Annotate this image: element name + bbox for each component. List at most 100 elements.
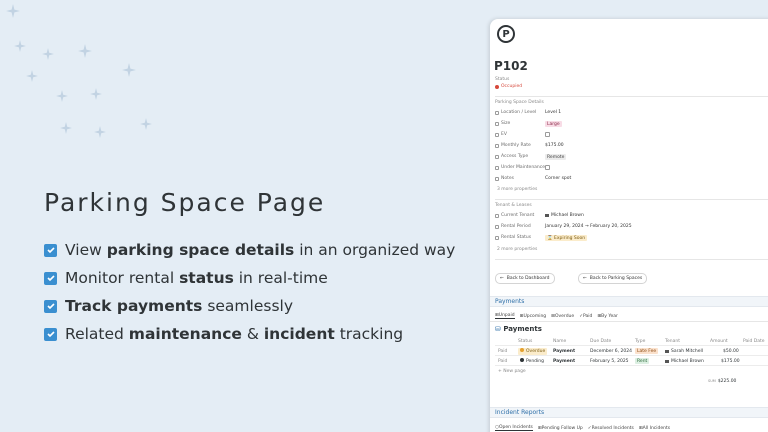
tab-label: By Year bbox=[601, 313, 618, 319]
tab-unpaid[interactable]: ⊞ Unpaid bbox=[495, 313, 515, 319]
star-icon bbox=[56, 90, 68, 102]
row-type[interactable]: Late Fee bbox=[635, 346, 659, 356]
tab-by-year[interactable]: ⊞ By Year bbox=[597, 313, 618, 319]
button-label: Back to Dashboard bbox=[506, 276, 550, 281]
status-tag: Overdue bbox=[518, 347, 548, 355]
hero-title: Parking Space Page bbox=[44, 188, 326, 217]
tenant-link: Michael Brown bbox=[671, 358, 704, 364]
arrow-left-icon: ← bbox=[583, 276, 587, 281]
column-header-type[interactable]: Type bbox=[635, 336, 645, 346]
prop-value-ev[interactable] bbox=[545, 132, 550, 137]
row-amount[interactable]: $50.00 bbox=[723, 346, 739, 356]
star-icon bbox=[6, 4, 20, 18]
paid-flag-button[interactable]: Paid bbox=[498, 356, 507, 366]
column-header-status[interactable]: Status bbox=[518, 336, 532, 346]
tab-resolved-incidents[interactable]: ✓ Resolved Incidents bbox=[588, 425, 634, 431]
incident-reports-section-header[interactable]: Incident Reports bbox=[490, 407, 768, 418]
tenant-icon bbox=[495, 213, 499, 218]
prop-value-access-type[interactable]: Remote bbox=[545, 154, 567, 160]
feature-text-pre: View bbox=[65, 241, 107, 259]
payments-section-header[interactable]: Payments bbox=[490, 296, 768, 307]
prop-label-notes: Notes bbox=[495, 176, 514, 181]
notes-icon bbox=[495, 176, 499, 181]
prop-value-maintenance[interactable] bbox=[545, 165, 550, 170]
feature-text-mid: & bbox=[241, 325, 264, 343]
column-header-amount[interactable]: Amount bbox=[710, 336, 728, 346]
prop-value-rental-status[interactable]: ⌛ Expiring Soon bbox=[545, 235, 588, 241]
row-tenant[interactable]: Michael Brown bbox=[665, 356, 704, 366]
prop-value-rental-period[interactable]: January 29, 2024 → February 20, 2025 bbox=[545, 224, 632, 229]
prop-label-current-tenant: Current Tenant bbox=[495, 213, 534, 218]
prop-value-current-tenant[interactable]: Michael Brown bbox=[545, 213, 584, 218]
maintenance-icon bbox=[495, 165, 499, 170]
status-tag-text: Pending bbox=[526, 359, 544, 364]
type-tag: Rent bbox=[635, 358, 650, 364]
feature-item: Related maintenance & incident tracking bbox=[44, 320, 455, 348]
tab-all-incidents[interactable]: ⊞ All Incidents bbox=[639, 425, 670, 431]
tab-open-incidents[interactable]: ○ Open Incidents bbox=[495, 425, 533, 431]
row-status[interactable]: Overdue bbox=[518, 346, 548, 356]
row-name[interactable]: Payment bbox=[553, 346, 575, 356]
star-icon bbox=[122, 63, 136, 77]
prop-value-location[interactable]: Level 1 bbox=[545, 110, 561, 115]
money-icon bbox=[495, 143, 499, 148]
prop-label-ev: EV bbox=[495, 132, 507, 137]
tenant-heading[interactable]: Tenant & Leases bbox=[495, 203, 532, 208]
tab-label: All Incidents bbox=[642, 425, 671, 431]
row-due-date[interactable]: December 6, 2024 bbox=[590, 346, 632, 356]
tab-label: Upcoming bbox=[523, 313, 547, 319]
table-row[interactable]: Paid Pending Payment February 5, 2025 Re… bbox=[495, 356, 768, 366]
prop-value-monthly-rate[interactable]: $175.00 bbox=[545, 143, 564, 148]
tab-pending-follow-up[interactable]: ⊞ Pending Follow Up bbox=[538, 425, 583, 431]
new-page-button[interactable]: + New page bbox=[498, 369, 526, 374]
tab-label: Paid bbox=[582, 313, 593, 319]
feature-text-pre: Related bbox=[65, 325, 129, 343]
row-status[interactable]: Pending bbox=[518, 356, 546, 366]
column-header-name[interactable]: Name bbox=[553, 336, 566, 346]
more-properties-toggle[interactable]: 3 more properties bbox=[497, 187, 537, 192]
prop-label-size: Size bbox=[495, 121, 510, 126]
tab-overdue[interactable]: ⊞ Overdue bbox=[551, 313, 574, 319]
column-header-paid-date[interactable]: Paid Date bbox=[743, 336, 765, 346]
calendar-icon bbox=[495, 224, 499, 229]
star-icon bbox=[60, 122, 72, 134]
db-title-text: Payments bbox=[503, 325, 542, 333]
prop-label-text: Notes bbox=[501, 176, 514, 181]
prop-label-text: Location / Level bbox=[501, 110, 537, 115]
sum-footer[interactable]: SUM $225.00 bbox=[708, 379, 736, 384]
status-value[interactable]: Occupied bbox=[495, 84, 522, 89]
ev-checkbox[interactable] bbox=[545, 132, 550, 137]
status-value-text: Occupied bbox=[501, 84, 523, 89]
details-heading[interactable]: Parking Space Details bbox=[495, 100, 544, 105]
star-icon bbox=[90, 88, 102, 100]
paid-flag-button[interactable]: Paid bbox=[498, 346, 507, 356]
row-due-date[interactable]: February 5, 2025 bbox=[590, 356, 629, 366]
back-to-dashboard-button[interactable]: ← Back to Dashboard bbox=[495, 273, 555, 284]
star-icon bbox=[140, 118, 152, 130]
prop-value-size[interactable]: Large bbox=[545, 121, 562, 127]
column-header-tenant[interactable]: Tenant bbox=[665, 336, 680, 346]
prop-label-text: Monthly Rate bbox=[501, 143, 531, 148]
row-type[interactable]: Rent bbox=[635, 356, 650, 366]
payments-database-title[interactable]: ⛁ Payments bbox=[495, 325, 542, 333]
page-link-icon bbox=[545, 214, 549, 217]
back-to-parking-spaces-button[interactable]: ← Back to Parking Spaces bbox=[578, 273, 648, 284]
tab-upcoming[interactable]: ⊞ Upcoming bbox=[520, 313, 547, 319]
more-properties-toggle[interactable]: 2 more properties bbox=[497, 247, 537, 252]
tab-paid[interactable]: ✓ Paid bbox=[579, 313, 592, 319]
column-header-due-date[interactable]: Due Date bbox=[590, 336, 611, 346]
prop-value-notes[interactable]: Corner spot bbox=[545, 176, 571, 181]
table-row[interactable]: Paid Overdue Payment December 6, 2024 La… bbox=[495, 346, 768, 356]
maintenance-checkbox[interactable] bbox=[545, 165, 550, 170]
feature-list: View parking space details in an organiz… bbox=[44, 236, 455, 348]
checkbox-checked-icon bbox=[44, 271, 57, 285]
row-amount[interactable]: $175.00 bbox=[721, 356, 740, 366]
logo-letter: P bbox=[502, 28, 510, 40]
feature-text-bold: parking space details bbox=[106, 241, 295, 259]
row-name[interactable]: Payment bbox=[553, 356, 575, 366]
feature-text-bold: maintenance bbox=[128, 325, 242, 343]
row-tenant[interactable]: Sarah Mitchell bbox=[665, 346, 703, 356]
page-title: P102 bbox=[494, 59, 528, 73]
tenant-link: Sarah Mitchell bbox=[671, 348, 703, 354]
prop-label-text: Rental Status bbox=[501, 235, 532, 240]
